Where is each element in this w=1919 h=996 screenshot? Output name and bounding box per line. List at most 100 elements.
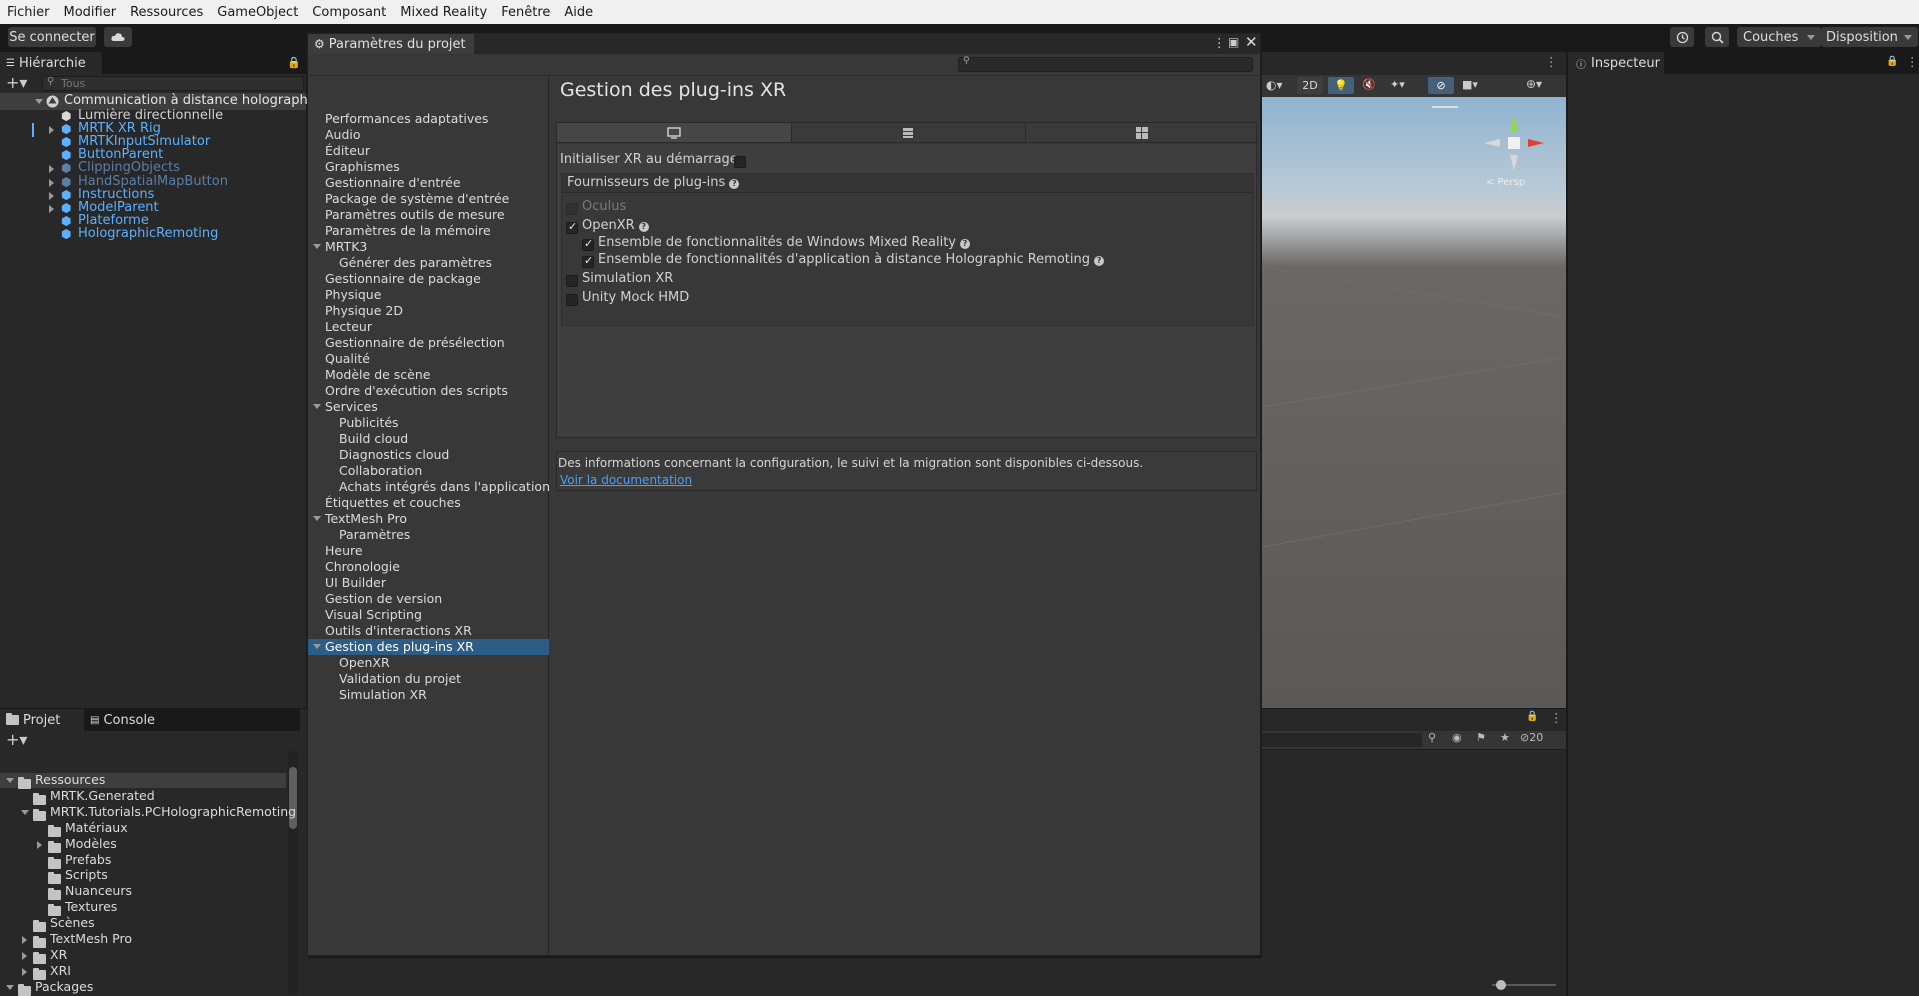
settings-nav-item[interactable]: MRTK3 <box>308 239 549 255</box>
settings-nav-item[interactable]: Outils d'interactions XR <box>308 623 549 639</box>
project-tree-row[interactable]: Packages <box>0 979 286 996</box>
settings-nav-item[interactable]: Simulation XR <box>308 687 549 703</box>
settings-nav-item[interactable]: Validation du projet <box>308 671 549 687</box>
chevron-down-icon[interactable] <box>6 984 14 990</box>
settings-nav-item[interactable]: Diagnostics cloud <box>308 447 549 463</box>
settings-nav-item[interactable]: Package de système d'entrée <box>308 191 549 207</box>
settings-nav-item[interactable]: Services <box>308 399 549 415</box>
lock-icon[interactable]: 🔒 <box>287 56 301 69</box>
settings-nav-item[interactable]: Modèle de scène <box>308 367 549 383</box>
settings-nav-item[interactable]: Publicités <box>308 415 549 431</box>
project-tree-row[interactable]: Modèles <box>0 836 286 853</box>
chevron-right-icon[interactable] <box>49 204 54 213</box>
provider-checkbox[interactable] <box>566 294 578 306</box>
project-tree-row[interactable]: Scripts <box>0 867 286 885</box>
lock-icon[interactable]: 🔒 <box>1526 711 1538 722</box>
2d-toggle[interactable]: 2D <box>1297 77 1323 94</box>
settings-nav-item[interactable]: Collaboration <box>308 463 549 479</box>
add-object-button[interactable]: +▾ <box>6 73 27 92</box>
more-icon[interactable]: ⋮ <box>1906 54 1919 69</box>
settings-nav-item[interactable]: Paramètres <box>308 527 549 543</box>
chevron-right-icon[interactable] <box>22 967 27 976</box>
settings-nav-item[interactable]: OpenXR <box>308 655 549 671</box>
settings-nav-item[interactable]: TextMesh Pro <box>308 511 549 527</box>
settings-nav-item[interactable]: Éditeur <box>308 143 549 159</box>
chevron-down-icon[interactable] <box>6 778 14 783</box>
menu-gameobject[interactable]: GameObject <box>210 5 305 20</box>
maximize-icon[interactable]: ▣ <box>1228 35 1239 49</box>
project-tree-row[interactable]: XRI <box>0 963 286 980</box>
help-icon[interactable]: ? <box>960 239 970 249</box>
project-scrollbar[interactable] <box>288 751 298 995</box>
settings-nav-item[interactable]: Graphismes <box>308 159 549 175</box>
layout-dropdown[interactable]: Disposition <box>1821 27 1918 47</box>
more-icon[interactable]: ⋮ <box>1545 54 1558 69</box>
lighting-toggle[interactable]: 💡 <box>1328 77 1354 94</box>
menu-fenetre[interactable]: Fenêtre <box>494 5 557 20</box>
search-button[interactable] <box>1705 27 1729 47</box>
settings-nav-item[interactable]: UI Builder <box>308 575 549 591</box>
chevron-right-icon[interactable] <box>22 936 27 944</box>
star-icon[interactable]: ★ <box>1500 731 1510 744</box>
settings-nav-item[interactable]: Étiquettes et couches <box>308 495 549 511</box>
type-filter-icon[interactable]: ◉ <box>1452 731 1462 744</box>
chevron-right-icon[interactable] <box>22 951 27 960</box>
provider-row[interactable]: Simulation XR <box>562 271 1252 287</box>
menu-modifier[interactable]: Modifier <box>57 5 124 20</box>
provider-row[interactable]: Unity Mock HMD <box>562 290 1252 306</box>
provider-checkbox[interactable] <box>582 254 594 268</box>
tab-server[interactable] <box>791 123 1025 143</box>
menu-composant[interactable]: Composant <box>305 5 393 20</box>
tab-project[interactable]: Projet <box>0 709 84 731</box>
settings-nav-item[interactable]: Physique 2D <box>308 303 549 319</box>
persp-label[interactable]: < Persp <box>1486 177 1525 188</box>
menu-fichier[interactable]: Fichier <box>0 5 57 20</box>
project-tree-row[interactable]: MRTK.Generated <box>0 788 286 805</box>
more-icon[interactable]: ⋮ <box>1213 35 1226 50</box>
chevron-down-icon[interactable] <box>313 404 321 409</box>
zoom-slider[interactable] <box>1492 980 1556 990</box>
hierarchy-row[interactable]: ⬢ ModelParent <box>0 200 306 215</box>
hierarchy-row[interactable]: ⬢ HolographicRemoting <box>0 226 306 241</box>
chevron-right-icon[interactable] <box>49 191 54 200</box>
chevron-down-icon[interactable] <box>313 244 321 249</box>
hidden-count[interactable]: ⊘20 <box>1520 731 1543 744</box>
hidden-objects-toggle[interactable]: ⊘ <box>1428 77 1454 94</box>
chevron-down-icon[interactable] <box>35 99 43 104</box>
settings-nav-item[interactable]: Visual Scripting <box>308 607 549 623</box>
scene-gizmo[interactable] <box>1482 111 1546 175</box>
settings-nav-item[interactable]: Paramètres outils de mesure <box>308 207 549 223</box>
settings-nav-item[interactable]: Audio <box>308 127 549 143</box>
provider-row[interactable]: OpenXR? <box>562 218 1252 234</box>
chevron-right-icon[interactable] <box>37 840 42 849</box>
project-tree-row[interactable]: Matériaux <box>0 820 286 837</box>
history-button[interactable] <box>1670 27 1694 47</box>
project-tree-row[interactable]: XR <box>0 947 286 964</box>
connect-button[interactable]: Se connecter <box>8 27 96 47</box>
settings-nav-item[interactable]: Ordre d'exécution des scripts <box>308 383 549 399</box>
settings-nav-item[interactable]: Gestion des plug-ins XR <box>308 639 549 655</box>
settings-nav-item[interactable]: Build cloud <box>308 431 549 447</box>
init-xr-checkbox[interactable] <box>734 156 746 168</box>
provider-row[interactable]: Ensemble de fonctionnalités d'applicatio… <box>562 252 1252 268</box>
tab-uwp[interactable] <box>1025 123 1256 143</box>
chevron-down-icon[interactable] <box>313 644 321 649</box>
lock-icon[interactable]: 🔒 <box>1886 56 1898 67</box>
settings-nav-item[interactable]: Gestionnaire de présélection <box>308 335 549 351</box>
chevron-right-icon[interactable] <box>49 165 54 174</box>
menu-mixed-reality[interactable]: Mixed Reality <box>393 5 494 20</box>
settings-nav-item[interactable]: Performances adaptatives <box>308 111 549 127</box>
help-icon[interactable]: ? <box>638 222 649 232</box>
chevron-right-icon[interactable] <box>49 126 54 135</box>
tab-inspector[interactable]: ⓘ Inspecteur <box>1568 52 1664 74</box>
tab-standalone[interactable] <box>557 123 791 143</box>
settings-search-input[interactable]: ⚲ <box>958 56 1253 72</box>
help-icon[interactable]: ? <box>1094 256 1105 266</box>
project-tree-row[interactable]: Scènes <box>0 915 286 933</box>
settings-nav-item[interactable]: Gestion de version <box>308 591 549 607</box>
tab-console[interactable]: ▤ Console <box>86 709 170 731</box>
provider-row[interactable]: Ensemble de fonctionnalités de Windows M… <box>562 235 1252 251</box>
settings-nav-item[interactable]: Physique <box>308 287 549 303</box>
project-tree-row[interactable]: MRTK.Tutorials.PCHolographicRemoting <box>0 804 296 821</box>
camera-icon[interactable]: ■▾ <box>1462 78 1478 91</box>
